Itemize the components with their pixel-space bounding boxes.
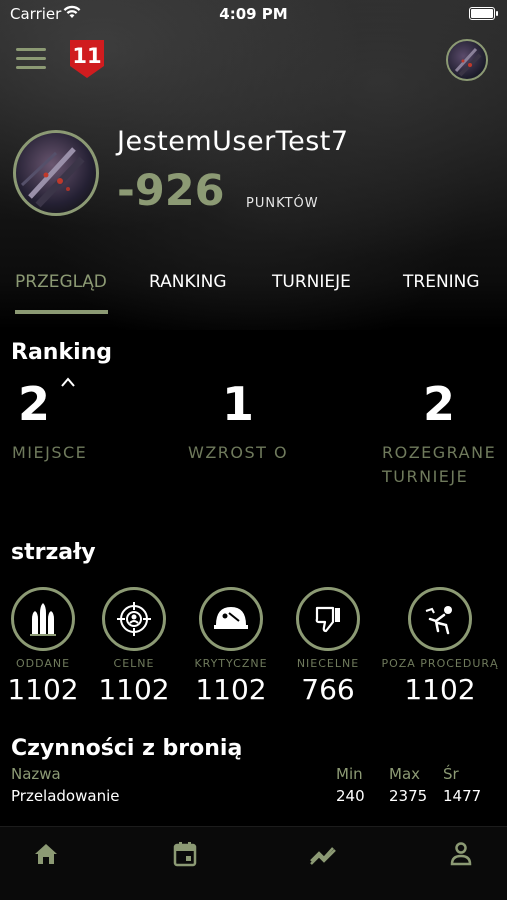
- battery-icon: [469, 7, 498, 20]
- ops-row-name: Przeladowanie: [11, 787, 120, 805]
- shot-hit-value: 1102: [98, 673, 170, 706]
- shot-out-of-procedure-label: POZA PROCEDURĄ: [381, 657, 499, 670]
- thumbs-down-icon: [296, 587, 360, 651]
- tab-przeglad[interactable]: PRZEGLĄD: [15, 272, 107, 292]
- ops-row-max: 2375: [389, 787, 428, 805]
- home-icon: [35, 844, 57, 864]
- ranking-title: Ranking: [11, 340, 113, 365]
- shot-miss: [296, 587, 360, 651]
- ops-row-min: 240: [336, 787, 365, 805]
- shot-hit: [102, 587, 166, 651]
- points-value: -926: [117, 166, 225, 216]
- status-bar: Carrier 4:09 PM: [0, 0, 507, 30]
- procedure-icon: [408, 587, 472, 651]
- shot-out-of-procedure: [408, 587, 472, 651]
- person-icon: [450, 842, 472, 866]
- profile-avatar[interactable]: [13, 130, 99, 216]
- bottom-nav: [0, 826, 507, 900]
- tournaments-played-label-line1: ROZEGRANE: [382, 443, 497, 462]
- avatar-image-icon: [454, 47, 482, 77]
- ops-header-name: Nazwa: [11, 765, 61, 783]
- target-icon: [102, 587, 166, 651]
- shot-critical-value: 1102: [195, 673, 267, 706]
- rank-rise-value: 1: [222, 377, 255, 431]
- app-logo: 11: [68, 38, 106, 80]
- rank-rise-label: WZROST O: [188, 443, 289, 462]
- weapon-ops-title: Czynności z bronią: [11, 736, 243, 761]
- active-tab-indicator: [15, 310, 108, 314]
- caret-up-icon: [61, 377, 75, 387]
- shot-miss-value: 766: [301, 673, 355, 706]
- shots-title: strzały: [11, 540, 96, 565]
- ops-header-min: Min: [336, 765, 363, 783]
- bullets-icon: [11, 587, 75, 651]
- rank-place-value: 2: [18, 377, 51, 431]
- tab-turnieje[interactable]: TURNIEJE: [272, 272, 351, 292]
- hamburger-menu-icon[interactable]: [16, 48, 46, 70]
- helmet-icon: [199, 587, 263, 651]
- clock: 4:09 PM: [219, 5, 288, 23]
- nav-stats[interactable]: [308, 839, 338, 869]
- tournaments-played-label-line2: TURNIEJE: [382, 467, 469, 486]
- shot-hit-label: CELNE: [113, 657, 155, 670]
- ops-row-avg: 1477: [443, 787, 482, 805]
- ops-header-max: Max: [389, 765, 421, 783]
- nav-home[interactable]: [31, 839, 61, 869]
- trend-icon: [310, 847, 336, 865]
- shot-fired-label: ODDANE: [15, 657, 71, 670]
- logo-text: 11: [72, 44, 102, 68]
- shot-miss-label: NIECELNE: [296, 657, 360, 670]
- rank-place-label: MIEJSCE: [12, 443, 88, 462]
- ops-header-avg: Śr: [443, 765, 459, 783]
- calendar-icon: [173, 842, 197, 867]
- shot-out-of-procedure-value: 1102: [404, 673, 476, 706]
- tab-ranking[interactable]: RANKING: [149, 272, 227, 292]
- tab-bar: PRZEGLĄD RANKING TURNIEJE TRENING: [0, 272, 507, 316]
- shot-fired-value: 1102: [7, 673, 79, 706]
- shot-critical: [199, 587, 263, 651]
- top-avatar[interactable]: [446, 39, 488, 81]
- nav-calendar[interactable]: [170, 839, 200, 869]
- username: JestemUserTest7: [117, 126, 349, 157]
- avatar-image-icon: [20, 147, 85, 208]
- tournaments-played-value: 2: [423, 377, 456, 431]
- shot-fired: [11, 587, 75, 651]
- shot-critical-label: KRYTYCZNE: [194, 657, 268, 670]
- tab-trening[interactable]: TRENING: [403, 272, 480, 292]
- points-label: PUNKTÓW: [246, 196, 319, 211]
- nav-profile[interactable]: [446, 839, 476, 869]
